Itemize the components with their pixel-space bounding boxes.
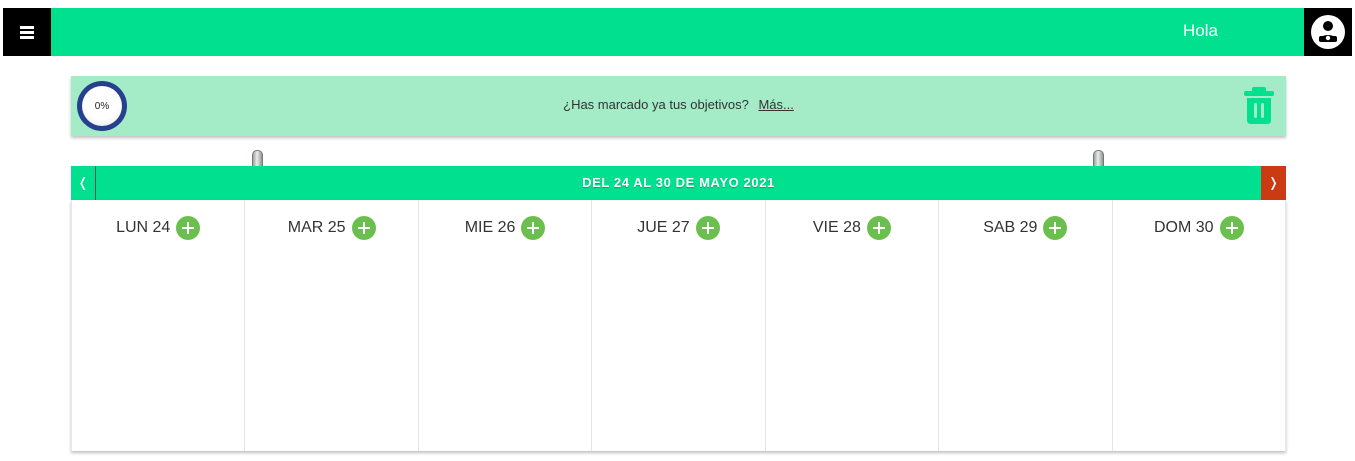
trash-icon: [1244, 87, 1274, 124]
add-task-button[interactable]: [1219, 216, 1244, 240]
day-header: MIE 26: [419, 216, 591, 240]
add-task-button[interactable]: [866, 216, 891, 240]
day-label: LUN 24: [116, 219, 171, 236]
day-label: VIE 28: [812, 219, 861, 236]
day-header: DOM 30: [1113, 216, 1285, 240]
chevron-right-icon: ❭: [1268, 175, 1279, 190]
day-header: MAR 25: [245, 216, 417, 240]
hamburger-icon: [20, 24, 34, 41]
day-header: LUN 24: [72, 216, 244, 240]
day-column-fri[interactable]: VIE 28: [766, 200, 940, 451]
add-task-button[interactable]: [351, 216, 376, 240]
next-week-button[interactable]: ❭: [1261, 166, 1286, 200]
add-task-button[interactable]: [176, 216, 201, 240]
day-header: VIE 28: [766, 216, 938, 240]
chevron-left-icon: ❬: [77, 175, 89, 190]
day-column-tue[interactable]: MAR 25: [245, 200, 419, 451]
add-task-button[interactable]: [521, 216, 546, 240]
day-column-wed[interactable]: MIE 26: [419, 200, 593, 451]
add-task-button[interactable]: [1043, 216, 1068, 240]
more-link[interactable]: Más...: [758, 97, 793, 112]
trash-button[interactable]: [1242, 86, 1276, 126]
user-button[interactable]: [1304, 8, 1352, 56]
day-label: JUE 27: [637, 219, 690, 236]
objectives-message: ¿Has marcado ya tus objetivos? Más...: [71, 76, 1286, 136]
day-column-sun[interactable]: DOM 30: [1113, 200, 1285, 451]
add-task-button[interactable]: [695, 216, 720, 240]
week-title: DEL 24 AL 30 DE MAYO 2021: [582, 175, 775, 190]
day-column-sat[interactable]: SAB 29: [939, 200, 1113, 451]
prev-week-button[interactable]: ❬: [71, 166, 96, 200]
menu-button[interactable]: [3, 8, 51, 56]
week-navigation-bar: ❬ DEL 24 AL 30 DE MAYO 2021 ❭: [71, 166, 1286, 200]
top-bar: Hola: [3, 8, 1352, 56]
objectives-banner: 0% ¿Has marcado ya tus objetivos? Más...: [71, 76, 1286, 136]
day-label: MAR 25: [287, 219, 346, 236]
greeting-text: Hola: [1183, 21, 1218, 40]
day-header: SAB 29: [939, 216, 1111, 240]
day-header: JUE 27: [592, 216, 764, 240]
day-column-mon[interactable]: LUN 24: [72, 200, 246, 451]
day-label: MIE 26: [464, 219, 516, 236]
day-label: SAB 29: [983, 219, 1038, 236]
week-days-grid: LUN 24 MAR 25 MIE 26 JUE 27 VIE 28 SAB 2…: [71, 200, 1286, 451]
user-avatar-icon: [1311, 15, 1345, 49]
day-label: DOM 30: [1153, 219, 1214, 236]
objectives-question: ¿Has marcado ya tus objetivos?: [563, 97, 749, 112]
day-column-thu[interactable]: JUE 27: [592, 200, 766, 451]
